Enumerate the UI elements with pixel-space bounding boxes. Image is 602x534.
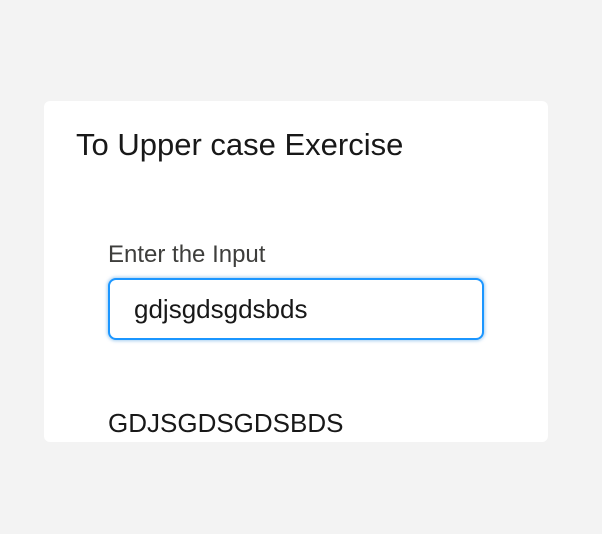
uppercase-output: GDJSGDSGDSBDS	[108, 408, 344, 438]
input-label: Enter the Input	[108, 241, 266, 268]
exercise-card: To Upper case Exercise Enter the Input G…	[44, 101, 548, 442]
card-title: To Upper case Exercise	[76, 127, 404, 162]
text-input[interactable]	[108, 278, 484, 340]
